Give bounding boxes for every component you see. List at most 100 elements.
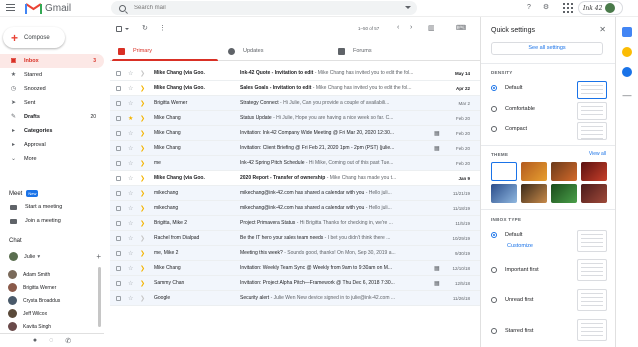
density-comfortable-preview[interactable]	[577, 102, 607, 120]
person-icon[interactable]: ●	[33, 337, 37, 344]
sidebar-item-sent[interactable]: ➤ Sent	[0, 96, 104, 110]
row-checkbox[interactable]	[116, 175, 121, 181]
radio-compact[interactable]	[491, 126, 497, 132]
radio-comfortable[interactable]	[491, 106, 497, 112]
row-checkbox[interactable]	[116, 250, 121, 256]
compose-button[interactable]: + Compose	[3, 27, 65, 48]
density-option-compact[interactable]: Compact	[491, 126, 527, 132]
theme-swatch-5[interactable]	[521, 184, 547, 203]
chat-contact[interactable]: Crysta Broaddus	[8, 296, 60, 305]
email-row[interactable]: ☆ ❯ me, Mike 2 Meeting this week? - Sounds …	[110, 246, 480, 261]
apps-grid-icon[interactable]	[563, 3, 573, 13]
new-chat-icon[interactable]: +	[96, 252, 101, 261]
calendar-icon[interactable]: ▦	[434, 145, 440, 152]
email-row[interactable]: ☆ ❯ Mike Chang Invitation: Client Briefing …	[110, 141, 480, 156]
add-addon-icon[interactable]: —	[622, 90, 632, 100]
row-checkbox[interactable]	[116, 265, 121, 271]
radio-important[interactable]	[491, 267, 497, 273]
important-marker-icon[interactable]: ❯	[140, 280, 145, 287]
theme-swatch-1[interactable]	[521, 162, 547, 181]
join-meeting-item[interactable]: Join a meeting	[10, 218, 61, 224]
theme-view-all-link[interactable]: View all	[589, 151, 606, 157]
row-checkbox[interactable]	[116, 70, 121, 76]
sidebar-item-more[interactable]: ⌄ More	[0, 152, 104, 166]
inbox-type-starred[interactable]: Starred first	[491, 328, 533, 334]
email-row[interactable]: ☆ ❯ Brigitta Werner Strategy Connect - Hi J…	[110, 96, 480, 111]
gear-icon[interactable]: ⚙	[541, 3, 551, 13]
theme-swatch-4[interactable]	[491, 184, 517, 203]
important-marker-icon[interactable]: ❯	[140, 70, 145, 77]
phone-icon[interactable]: ✆	[65, 337, 71, 345]
email-row[interactable]: ★ ❯ Mike Chang Status Update - Hi Julie, Ho…	[110, 111, 480, 126]
theme-swatch-6[interactable]	[551, 184, 577, 203]
email-row[interactable]: ☆ ❯ Mike Chang Invitation: Weekly Team Sync…	[110, 261, 480, 276]
star-icon[interactable]: ☆	[128, 145, 133, 152]
prev-page-icon[interactable]: ‹	[397, 24, 399, 31]
important-marker-icon[interactable]: ❯	[140, 295, 145, 302]
search-icon[interactable]	[119, 4, 126, 12]
row-checkbox[interactable]	[116, 220, 121, 226]
tab-forums[interactable]: Forums	[330, 41, 440, 61]
row-checkbox[interactable]	[116, 85, 121, 91]
inbox-type-default[interactable]: Default	[491, 232, 522, 238]
row-checkbox[interactable]	[116, 100, 121, 106]
row-checkbox[interactable]	[116, 160, 121, 166]
important-marker-icon[interactable]: ❯	[140, 130, 145, 137]
tab-updates[interactable]: Updates	[220, 41, 330, 61]
star-icon[interactable]: ☆	[128, 235, 133, 242]
inbox-type-unread[interactable]: Unread first	[491, 297, 533, 303]
star-icon[interactable]: ☆	[128, 295, 133, 302]
important-marker-icon[interactable]: ❯	[140, 85, 145, 92]
important-marker-icon[interactable]: ❯	[140, 100, 145, 107]
email-row[interactable]: ☆ ❯ Mike Chang (via Goo. Sales Goals - Invi…	[110, 81, 480, 96]
sidebar-item-approval[interactable]: ▸ Approval	[0, 138, 104, 152]
density-compact-preview[interactable]	[577, 122, 607, 140]
row-checkbox[interactable]	[116, 295, 121, 301]
theme-default-swatch[interactable]	[491, 162, 517, 181]
more-vert-icon[interactable]: ⋮	[159, 24, 166, 32]
inbox-unread-preview[interactable]	[577, 289, 607, 311]
email-row[interactable]: ☆ ❯ Sammy Chan Invitation: Project Alpha Pi…	[110, 276, 480, 291]
important-marker-icon[interactable]: ❯	[140, 235, 145, 242]
tasks-icon[interactable]	[622, 67, 632, 77]
star-icon[interactable]: ☆	[128, 205, 133, 212]
important-marker-icon[interactable]: ❯	[140, 160, 145, 167]
inbox-type-important[interactable]: Important first	[491, 267, 539, 273]
inbox-important-preview[interactable]	[577, 259, 607, 281]
star-icon[interactable]: ★	[128, 115, 133, 122]
star-icon[interactable]: ☆	[128, 175, 133, 182]
important-marker-icon[interactable]: ❯	[140, 190, 145, 197]
row-checkbox[interactable]	[116, 145, 121, 151]
theme-swatch-2[interactable]	[551, 162, 577, 181]
keep-icon[interactable]	[622, 47, 632, 57]
star-icon[interactable]: ☆	[128, 85, 133, 92]
sidebar-item-starred[interactable]: ★ Starred	[0, 68, 104, 82]
star-icon[interactable]: ☆	[128, 160, 133, 167]
chat-self-status[interactable]: Julie ▾ +	[9, 252, 104, 261]
chat-contact[interactable]: Jeff Wilcox	[8, 309, 47, 318]
row-checkbox[interactable]	[116, 130, 121, 136]
close-icon[interactable]: ✕	[599, 25, 606, 34]
important-marker-icon[interactable]: ❯	[140, 250, 145, 257]
customize-link[interactable]: Customize	[507, 243, 533, 249]
radio-default[interactable]	[491, 85, 497, 91]
important-marker-icon[interactable]: ❯	[140, 145, 145, 152]
select-dropdown-icon[interactable]	[125, 28, 129, 30]
row-checkbox[interactable]	[116, 235, 121, 241]
search-bar[interactable]	[111, 1, 417, 15]
chat-scrollbar[interactable]	[98, 267, 101, 327]
chat-contact[interactable]: Brigitta Werner	[8, 283, 56, 292]
email-row[interactable]: ☆ ❯ Brigitta, Mike 2 Project Primavera Stat…	[110, 216, 480, 231]
star-icon[interactable]: ☆	[128, 265, 133, 272]
email-row[interactable]: ☆ ❯ Mike Chang (via Goo. 2020 Report - Tran…	[110, 171, 480, 186]
theme-swatch-3[interactable]	[581, 162, 607, 181]
next-page-icon[interactable]: ›	[410, 24, 412, 31]
sidebar-item-drafts[interactable]: ✎ Drafts 20	[0, 110, 104, 124]
avatar[interactable]	[605, 3, 616, 13]
star-icon[interactable]: ☆	[128, 250, 133, 257]
important-marker-icon[interactable]: ❯	[140, 220, 145, 227]
keyboard-icon[interactable]: ⌨	[456, 24, 466, 32]
email-row[interactable]: ☆ ❯ Google Security alert - Julie Wen New d…	[110, 291, 480, 306]
radio-starred[interactable]	[491, 328, 497, 334]
density-default-preview[interactable]	[577, 81, 607, 99]
